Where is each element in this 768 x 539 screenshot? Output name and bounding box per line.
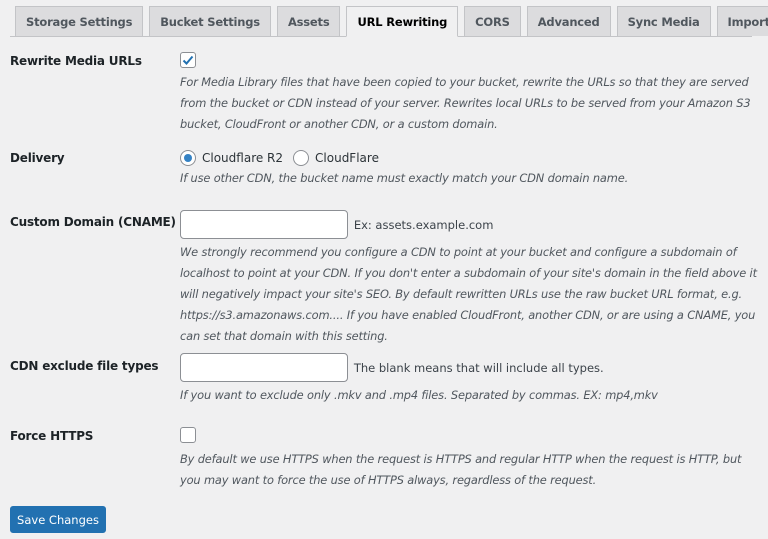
tab-import-export-settings[interactable]: Import/Export settings <box>716 6 768 36</box>
tab-bucket-settings[interactable]: Bucket Settings <box>149 6 271 36</box>
force-https-checkbox[interactable] <box>180 427 196 443</box>
custom-domain-example: Ex: assets.example.com <box>353 217 494 232</box>
custom-domain-input[interactable] <box>180 210 348 239</box>
cdn-exclude-input[interactable] <box>180 353 348 382</box>
settings-tabs: Storage Settings Bucket Settings Assets … <box>10 6 768 37</box>
delivery-description: If use other CDN, the bucket name must e… <box>180 171 629 185</box>
rewrite-media-urls-label: Rewrite Media URLs <box>10 54 142 68</box>
rewrite-media-urls-field: For Media Library files that have been c… <box>180 52 758 135</box>
tab-advanced[interactable]: Advanced <box>526 6 611 36</box>
radio-cloudflare-r2[interactable] <box>180 150 196 166</box>
rewrite-media-urls-checkbox[interactable] <box>180 52 196 68</box>
custom-domain-label: Custom Domain (CNAME) <box>10 215 176 229</box>
cdn-exclude-field: The blank means that will include all ty… <box>180 353 758 406</box>
tab-url-rewriting[interactable]: URL Rewriting <box>346 6 459 37</box>
force-https-description: By default we use HTTPS when the request… <box>180 452 742 487</box>
delivery-field: Cloudflare R2 CloudFlare If use other CDN… <box>180 150 758 189</box>
tab-sync-media[interactable]: Sync Media <box>616 6 711 36</box>
radio-cloudflare-label[interactable]: CloudFlare <box>315 151 379 165</box>
custom-domain-field: Ex: assets.example.com We strongly recom… <box>180 210 758 347</box>
radio-cloudflare[interactable] <box>293 150 310 166</box>
force-https-label: Force HTTPS <box>10 429 94 443</box>
cdn-exclude-description: If you want to exclude only .mkv and .mp… <box>180 388 658 402</box>
tab-storage-settings[interactable]: Storage Settings <box>15 6 144 36</box>
force-https-field: By default we use HTTPS when the request… <box>180 427 758 491</box>
tab-assets[interactable]: Assets <box>276 6 341 36</box>
rewrite-media-urls-description: For Media Library files that have been c… <box>180 75 751 131</box>
tab-cors[interactable]: CORS <box>464 6 521 36</box>
cdn-exclude-note: The blank means that will include all ty… <box>353 360 604 375</box>
delivery-radio-group: Cloudflare R2 CloudFlare <box>180 150 758 166</box>
radio-cloudflare-r2-label[interactable]: Cloudflare R2 <box>202 151 283 165</box>
delivery-label: Delivery <box>10 151 65 165</box>
custom-domain-description: We strongly recommend you configure a CD… <box>180 245 757 343</box>
radio-selected-dot <box>184 154 192 162</box>
cdn-exclude-label: CDN exclude file types <box>10 359 159 373</box>
save-changes-button[interactable]: Save Changes <box>10 506 106 533</box>
checkmark-icon <box>182 55 194 65</box>
